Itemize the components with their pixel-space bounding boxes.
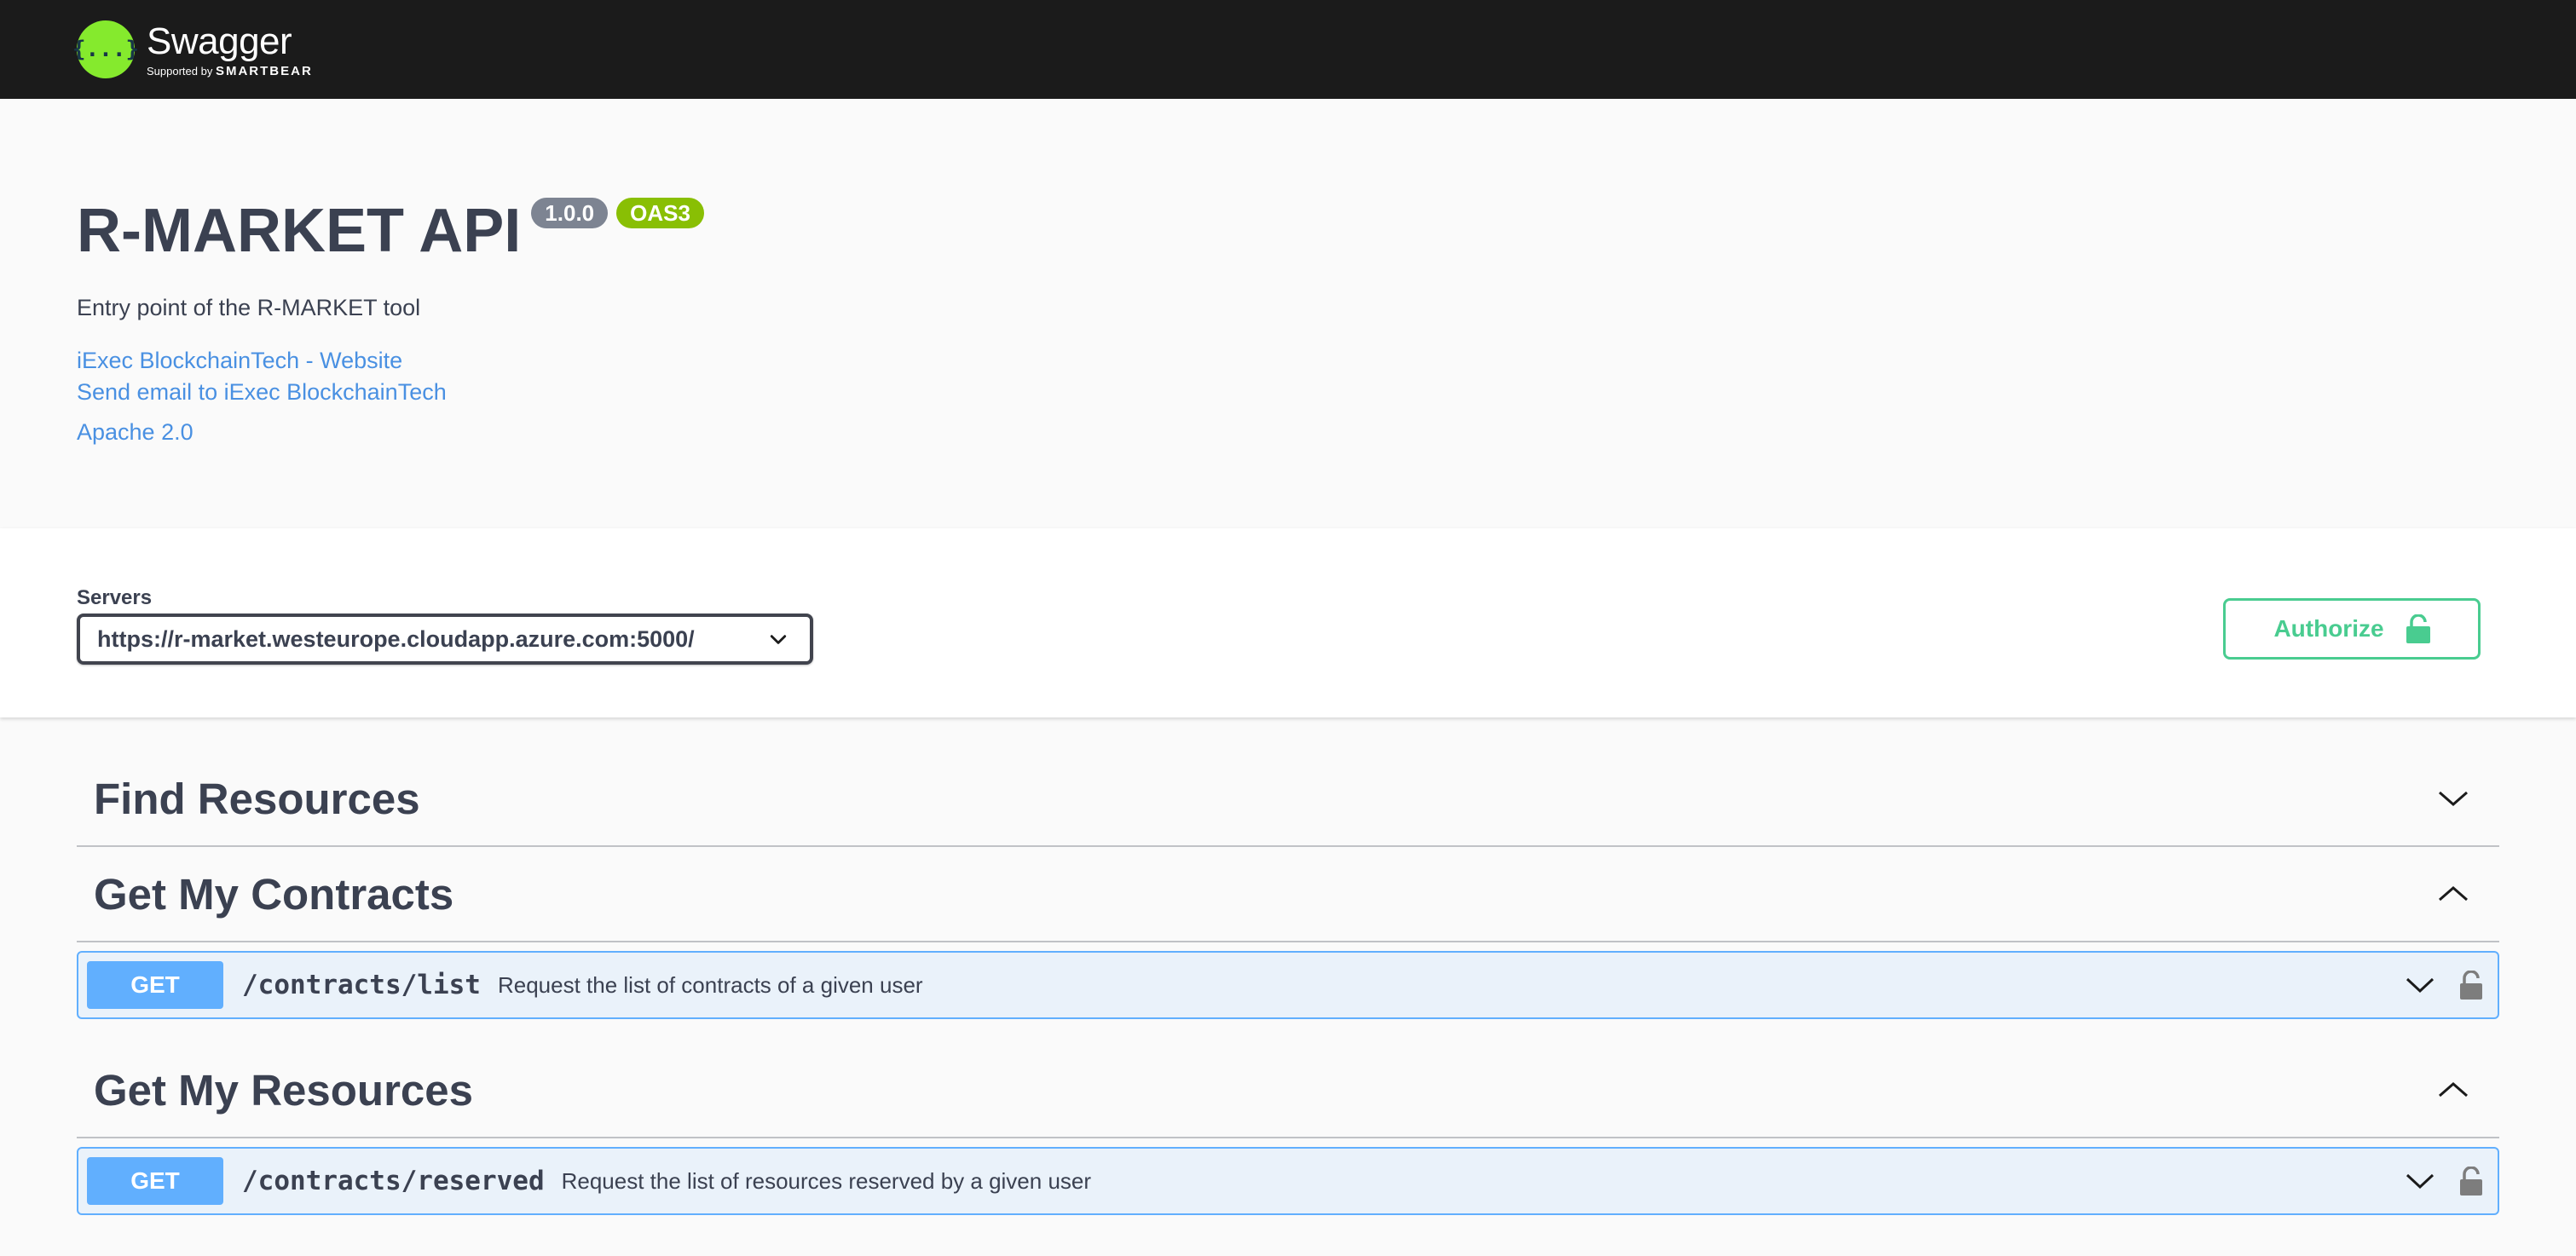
server-selected-value: https://r-market.westeurope.cloudapp.azu… (97, 625, 695, 652)
oas-badge: OAS3 (616, 198, 704, 228)
tag-get-my-contracts[interactable]: Get My Contracts (77, 847, 2499, 942)
operations-list: Find Resources Get My Contracts GET /con… (0, 717, 2576, 1215)
supported-by-text: Supported by (147, 64, 213, 78)
unlock-icon[interactable] (2460, 971, 2482, 1000)
page-title: R-MARKET API (77, 197, 522, 265)
server-select[interactable]: https://r-market.westeurope.cloudapp.azu… (77, 614, 813, 665)
operation-controls (2406, 1167, 2482, 1196)
operation-summary: Request the list of contracts of a given… (497, 971, 923, 998)
swagger-logo-icon: {...} (72, 20, 139, 78)
smartbear-text: SMARTBEAR (215, 63, 313, 78)
info-links: iExec BlockchainTech - Website Send emai… (77, 345, 2499, 448)
version-badge: 1.0.0 (531, 198, 609, 228)
chevron-up-icon (2439, 1082, 2468, 1098)
tag-title: Find Resources (94, 774, 420, 823)
operation-path: /contracts/reserved (242, 1166, 545, 1196)
servers-section: Servers https://r-market.westeurope.clou… (0, 528, 2576, 717)
servers-label: Servers (77, 586, 153, 609)
operation-controls (2406, 971, 2482, 1000)
title-row: R-MARKET API 1.0.0 OAS3 (77, 184, 2499, 269)
email-link[interactable]: Send email to iExec BlockchainTech (77, 377, 2499, 408)
website-link[interactable]: iExec BlockchainTech - Website (77, 345, 2499, 377)
api-info: R-MARKET API 1.0.0 OAS3 Entry point of t… (0, 99, 2576, 528)
license-link[interactable]: Apache 2.0 (77, 417, 2499, 448)
operation-path: /contracts/list (242, 970, 481, 1000)
authorize-label: Authorize (2273, 615, 2384, 642)
logo-text: Swagger Supported by SMARTBEAR (147, 20, 313, 78)
operation-summary: Request the list of resources reserved b… (561, 1167, 1092, 1194)
chevron-down-icon[interactable] (2406, 1172, 2434, 1190)
chevron-down-icon (2439, 791, 2468, 806)
authorize-button[interactable]: Authorize (2223, 598, 2481, 660)
tag-title: Get My Resources (94, 1065, 474, 1115)
unlock-icon[interactable] (2460, 1167, 2482, 1196)
operation-get-contracts-list[interactable]: GET /contracts/list Request the list of … (77, 951, 2499, 1019)
unlock-icon (2406, 614, 2430, 643)
chevron-up-icon (2439, 886, 2468, 902)
operation-get-contracts-reserved[interactable]: GET /contracts/reserved Request the list… (77, 1147, 2499, 1215)
chevron-down-icon (770, 635, 787, 644)
api-description: Entry point of the R-MARKET tool (77, 295, 421, 320)
logo-name: Swagger (147, 20, 292, 62)
method-badge: GET (87, 961, 223, 1009)
chevron-down-icon[interactable] (2406, 977, 2434, 994)
swagger-logo[interactable]: {...} Swagger Supported by SMARTBEAR (72, 20, 313, 78)
tag-get-my-resources[interactable]: Get My Resources (77, 1043, 2499, 1138)
topbar: {...} Swagger Supported by SMARTBEAR (0, 0, 2576, 99)
logo-subtitle: Supported by SMARTBEAR (147, 64, 313, 78)
tag-title: Get My Contracts (94, 869, 454, 919)
tag-find-resources[interactable]: Find Resources (77, 752, 2499, 847)
method-badge: GET (87, 1157, 223, 1205)
